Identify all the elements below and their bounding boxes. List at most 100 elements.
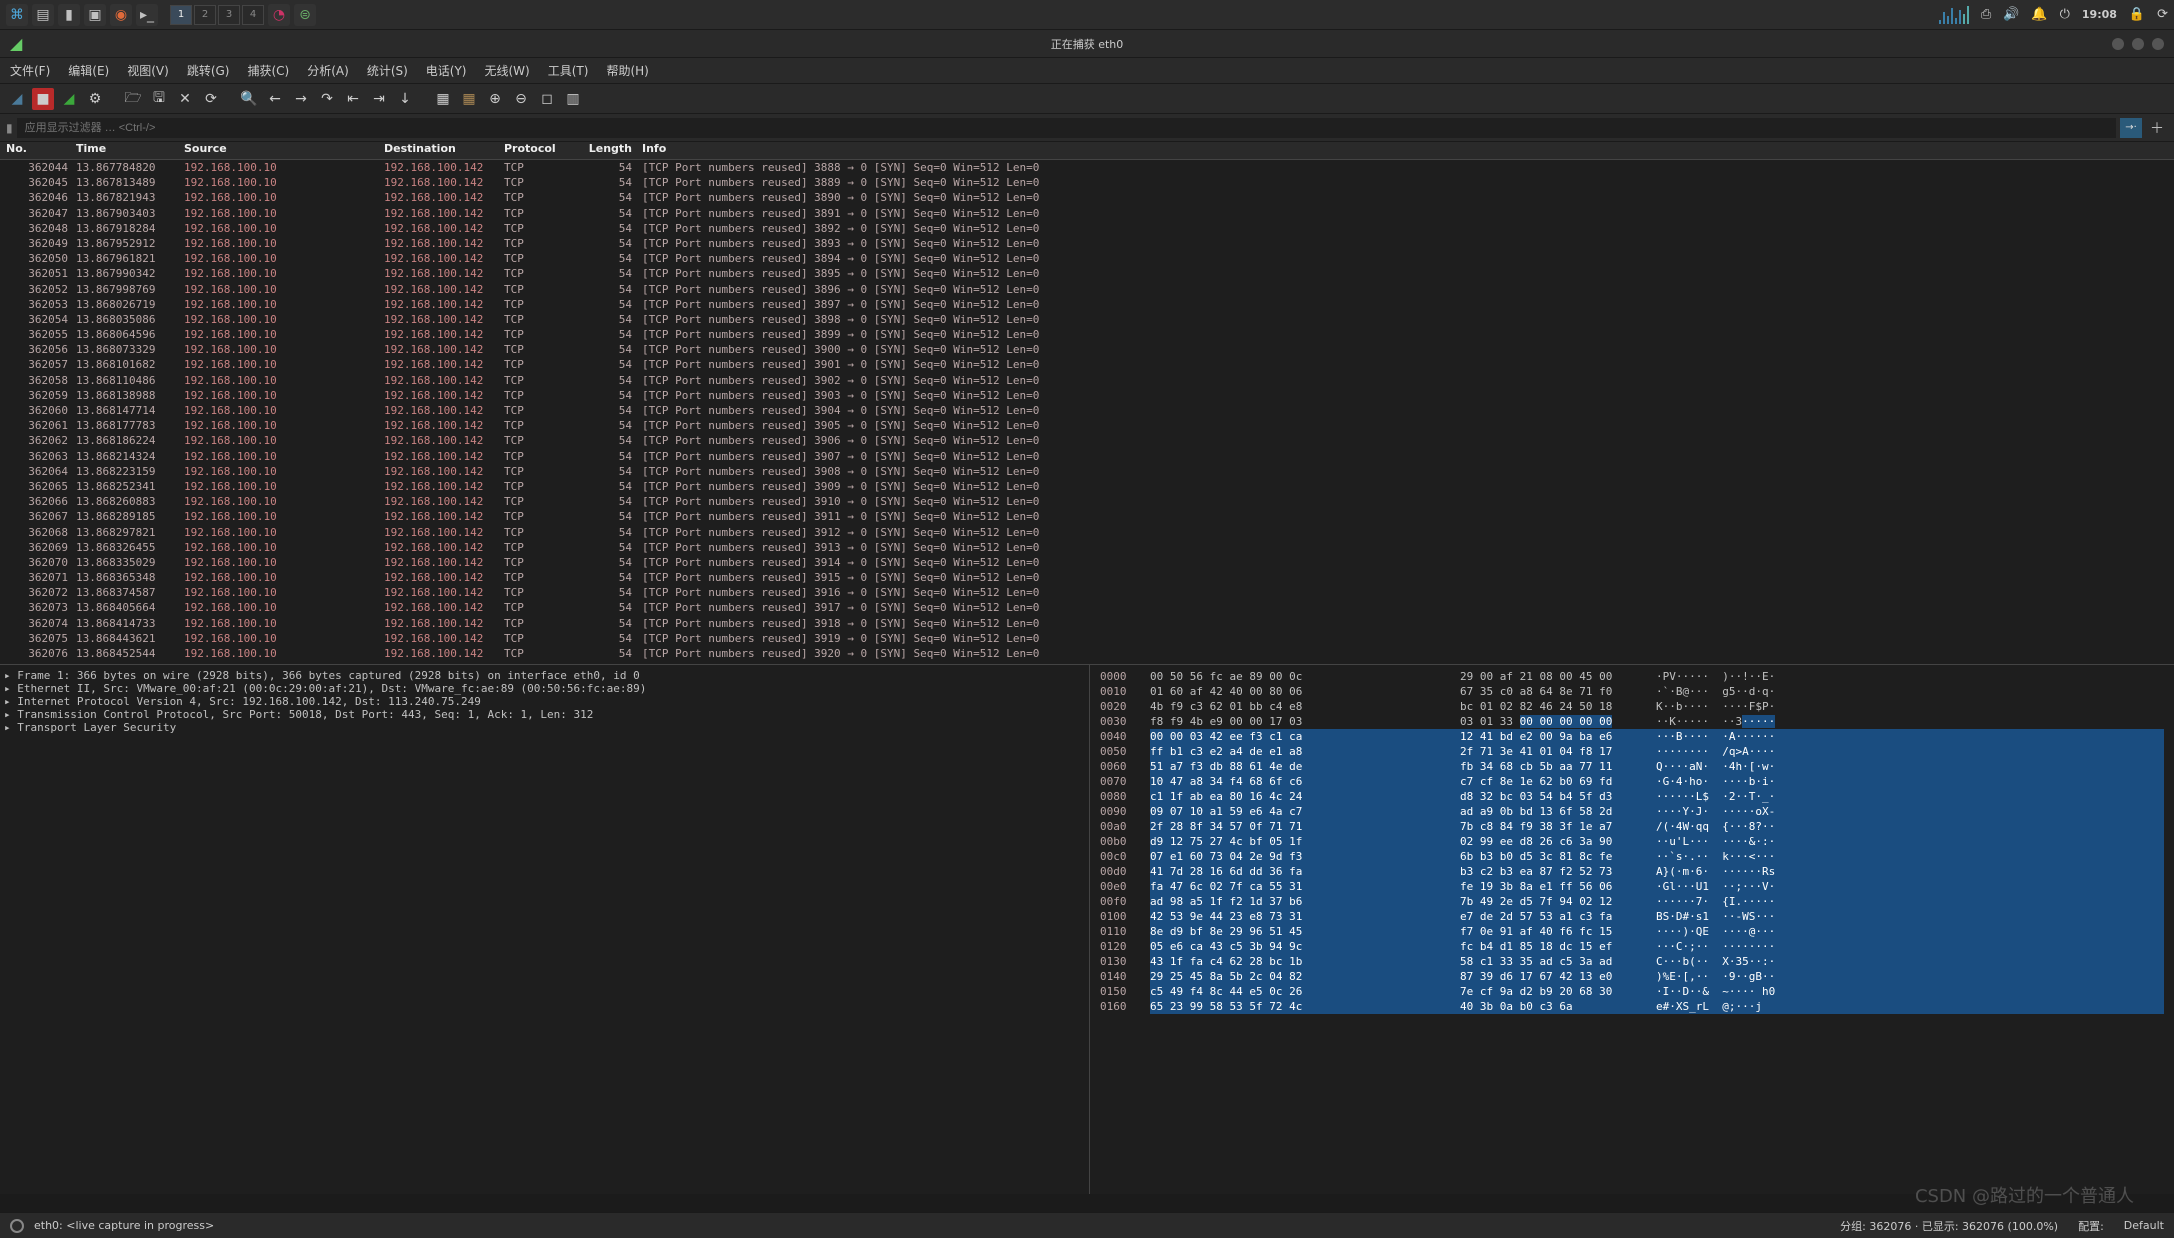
hex-row[interactable]: 0050ff b1 c3 e2 a4 de e1 a8 2f 71 3e 41 … bbox=[1100, 744, 2164, 759]
taskbar-app-1[interactable]: ◔ bbox=[268, 4, 290, 26]
zoom-out-icon[interactable]: ⊖ bbox=[510, 88, 532, 110]
packet-row[interactable]: 36206613.868260883192.168.100.10192.168.… bbox=[0, 494, 2174, 509]
packet-row[interactable]: 36204413.867784820192.168.100.10192.168.… bbox=[0, 160, 2174, 175]
display-filter-input[interactable] bbox=[17, 118, 2116, 138]
packet-row[interactable]: 36205313.868026719192.168.100.10192.168.… bbox=[0, 297, 2174, 312]
hex-row[interactable]: 007010 47 a8 34 f4 68 6f c6 c7 cf 8e 1e … bbox=[1100, 774, 2164, 789]
tree-line[interactable]: ▸ Transport Layer Security bbox=[4, 721, 1085, 734]
open-file-icon[interactable]: 🗁 bbox=[122, 88, 144, 110]
packet-row[interactable]: 36207413.868414733192.168.100.10192.168.… bbox=[0, 616, 2174, 631]
bookmark-icon[interactable]: ▮ bbox=[6, 121, 13, 135]
packet-row[interactable]: 36206413.868223159192.168.100.10192.168.… bbox=[0, 464, 2174, 479]
hex-row[interactable]: 009009 07 10 a1 59 e6 4a c7 ad a9 0b bd … bbox=[1100, 804, 2164, 819]
zoom-reset-icon[interactable]: ◻ bbox=[536, 88, 558, 110]
hex-row[interactable]: 0150c5 49 f4 8c 44 e5 0c 26 7e cf 9a d2 … bbox=[1100, 984, 2164, 999]
workspace-1[interactable]: 1 bbox=[170, 5, 192, 25]
tree-line[interactable]: ▸ Internet Protocol Version 4, Src: 192.… bbox=[4, 695, 1085, 708]
find-icon[interactable]: 🔍 bbox=[238, 88, 260, 110]
colorize-icon[interactable]: ▦ bbox=[432, 88, 454, 110]
hex-row[interactable]: 001001 60 af 42 40 00 80 06 67 35 c0 a8 … bbox=[1100, 684, 2164, 699]
power-icon[interactable]: ⏻ bbox=[2060, 7, 2070, 22]
column-no[interactable]: No. bbox=[6, 142, 76, 159]
packet-row[interactable]: 36206913.868326455192.168.100.10192.168.… bbox=[0, 540, 2174, 555]
start-capture-icon[interactable]: ◢ bbox=[6, 88, 28, 110]
menu-help[interactable]: 帮助(H) bbox=[606, 62, 648, 79]
packet-row[interactable]: 36207013.868335029192.168.100.10192.168.… bbox=[0, 555, 2174, 570]
packet-row[interactable]: 36204513.867813489192.168.100.10192.168.… bbox=[0, 175, 2174, 190]
hex-row[interactable]: 014029 25 45 8a 5b 2c 04 82 87 39 d6 17 … bbox=[1100, 969, 2164, 984]
hex-row[interactable]: 004000 00 03 42 ee f3 c1 ca 12 41 bd e2 … bbox=[1100, 729, 2164, 744]
menu-capture[interactable]: 捕获(C) bbox=[247, 62, 289, 79]
minimize-button[interactable] bbox=[2112, 38, 2124, 50]
packet-row[interactable]: 36207513.868443621192.168.100.10192.168.… bbox=[0, 631, 2174, 646]
hex-row[interactable]: 013043 1f fa c4 62 28 bc 1b 58 c1 33 35 … bbox=[1100, 954, 2164, 969]
workspace-2[interactable]: 2 bbox=[194, 5, 216, 25]
column-destination[interactable]: Destination bbox=[384, 142, 504, 159]
packet-row[interactable]: 36206513.868252341192.168.100.10192.168.… bbox=[0, 479, 2174, 494]
column-source[interactable]: Source bbox=[184, 142, 384, 159]
packet-row[interactable]: 36206813.868297821192.168.100.10192.168.… bbox=[0, 525, 2174, 540]
workspace-4[interactable]: 4 bbox=[242, 5, 264, 25]
capture-options-icon[interactable]: ⚙ bbox=[84, 88, 106, 110]
jump-to-icon[interactable]: ↷ bbox=[316, 88, 338, 110]
packet-row[interactable]: 36205413.868035086192.168.100.10192.168.… bbox=[0, 312, 2174, 327]
maximize-button[interactable] bbox=[2132, 38, 2144, 50]
packet-row[interactable]: 36205613.868073329192.168.100.10192.168.… bbox=[0, 342, 2174, 357]
menu-edit[interactable]: 编辑(E) bbox=[68, 62, 109, 79]
menu-view[interactable]: 视图(V) bbox=[127, 62, 169, 79]
packet-row[interactable]: 36206713.868289185192.168.100.10192.168.… bbox=[0, 509, 2174, 524]
packet-row[interactable]: 36204813.867918284192.168.100.10192.168.… bbox=[0, 221, 2174, 236]
hex-row[interactable]: 00d041 7d 28 16 6d dd 36 fa b3 c2 b3 ea … bbox=[1100, 864, 2164, 879]
hex-row[interactable]: 016065 23 99 58 53 5f 72 4c 40 3b 0a b0 … bbox=[1100, 999, 2164, 1014]
hex-row[interactable]: 010042 53 9e 44 23 e8 73 31 e7 de 2d 57 … bbox=[1100, 909, 2164, 924]
hex-row[interactable]: 01108e d9 bf 8e 29 96 51 45 f7 0e 91 af … bbox=[1100, 924, 2164, 939]
packet-row[interactable]: 36207213.868374587192.168.100.10192.168.… bbox=[0, 585, 2174, 600]
hex-row[interactable]: 012005 e6 ca 43 c5 3b 94 9c fc b4 d1 85 … bbox=[1100, 939, 2164, 954]
reload-icon[interactable]: ⟳ bbox=[200, 88, 222, 110]
close-file-icon[interactable]: ✕ bbox=[174, 88, 196, 110]
hex-row[interactable]: 00c007 e1 60 73 04 2e 9d f3 6b b3 b0 d5 … bbox=[1100, 849, 2164, 864]
packet-row[interactable]: 36205713.868101682192.168.100.10192.168.… bbox=[0, 357, 2174, 372]
column-length[interactable]: Length bbox=[586, 142, 642, 159]
menu-tools[interactable]: 工具(T) bbox=[548, 62, 589, 79]
zoom-in-icon[interactable]: ⊕ bbox=[484, 88, 506, 110]
hex-row[interactable]: 00f0ad 98 a5 1f f2 1d 37 b6 7b 49 2e d5 … bbox=[1100, 894, 2164, 909]
menu-file[interactable]: 文件(F) bbox=[10, 62, 50, 79]
packet-row[interactable]: 36205513.868064596192.168.100.10192.168.… bbox=[0, 327, 2174, 342]
go-last-icon[interactable]: ⇥ bbox=[368, 88, 390, 110]
go-back-icon[interactable]: ← bbox=[264, 88, 286, 110]
session-icon[interactable]: ⟳ bbox=[2157, 7, 2168, 22]
packet-row[interactable]: 36205013.867961821192.168.100.10192.168.… bbox=[0, 251, 2174, 266]
workspace-3[interactable]: 3 bbox=[218, 5, 240, 25]
terminal-icon[interactable]: ▮ bbox=[58, 4, 80, 26]
go-first-icon[interactable]: ⇤ bbox=[342, 88, 364, 110]
packet-details-tree[interactable]: ▸ Frame 1: 366 bytes on wire (2928 bits)… bbox=[0, 665, 1090, 1194]
packet-row[interactable]: 36206313.868214324192.168.100.10192.168.… bbox=[0, 449, 2174, 464]
expert-info-icon[interactable] bbox=[10, 1219, 24, 1233]
packet-row[interactable]: 36206013.868147714192.168.100.10192.168.… bbox=[0, 403, 2174, 418]
hex-row[interactable]: 00a02f 28 8f 34 57 0f 71 71 7b c8 84 f9 … bbox=[1100, 819, 2164, 834]
menu-analyze[interactable]: 分析(A) bbox=[307, 62, 349, 79]
restart-capture-icon[interactable]: ◢ bbox=[58, 88, 80, 110]
packet-row[interactable]: 36207313.868405664192.168.100.10192.168.… bbox=[0, 600, 2174, 615]
packet-row[interactable]: 36205913.868138988192.168.100.10192.168.… bbox=[0, 388, 2174, 403]
hex-row[interactable]: 0080c1 1f ab ea 80 16 4c 24 d8 32 bc 03 … bbox=[1100, 789, 2164, 804]
notifications-icon[interactable]: 🔔 bbox=[2031, 7, 2047, 22]
column-time[interactable]: Time bbox=[76, 142, 184, 159]
kali-menu-icon[interactable]: ⌘ bbox=[6, 4, 28, 26]
auto-scroll-icon[interactable]: ↓ bbox=[394, 88, 416, 110]
go-forward-icon[interactable]: → bbox=[290, 88, 312, 110]
packet-row[interactable]: 36207613.868452544192.168.100.10192.168.… bbox=[0, 646, 2174, 661]
close-button[interactable] bbox=[2152, 38, 2164, 50]
packet-row[interactable]: 36206113.868177783192.168.100.10192.168.… bbox=[0, 418, 2174, 433]
hex-row[interactable]: 000000 50 56 fc ae 89 00 0c 29 00 af 21 … bbox=[1100, 669, 2164, 684]
resize-columns-icon[interactable]: ▥ bbox=[562, 88, 584, 110]
taskbar-app-2[interactable]: ⊜ bbox=[294, 4, 316, 26]
filter-add-button[interactable]: ＋ bbox=[2146, 118, 2168, 138]
packet-row[interactable]: 36204913.867952912192.168.100.10192.168.… bbox=[0, 236, 2174, 251]
packet-row[interactable]: 36205213.867998769192.168.100.10192.168.… bbox=[0, 282, 2174, 297]
hex-row[interactable]: 00204b f9 c3 62 01 bb c4 e8 bc 01 02 82 … bbox=[1100, 699, 2164, 714]
save-file-icon[interactable]: 🖫 bbox=[148, 88, 170, 110]
packet-row[interactable]: 36207113.868365348192.168.100.10192.168.… bbox=[0, 570, 2174, 585]
column-protocol[interactable]: Protocol bbox=[504, 142, 586, 159]
